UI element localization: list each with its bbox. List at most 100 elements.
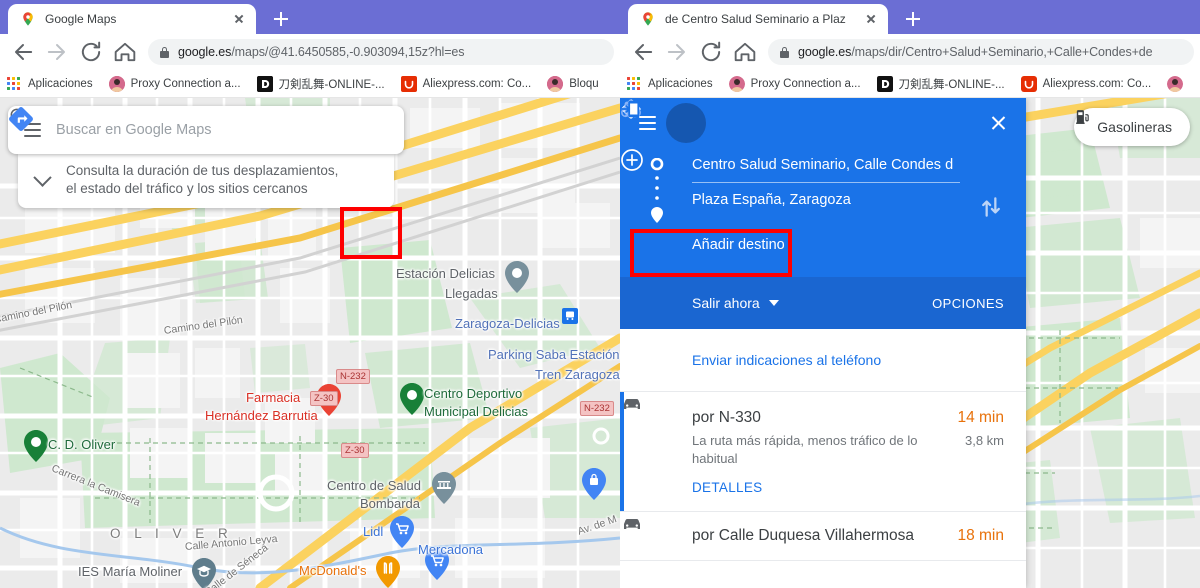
car-icon xyxy=(620,398,692,495)
forward-arrow-icon[interactable] xyxy=(663,38,691,66)
aliexpress-icon xyxy=(400,75,417,92)
dmm-d-icon xyxy=(256,75,273,92)
bookmark-apps[interactable]: Aplicaciones xyxy=(626,76,713,92)
tab-title-right: de Centro Salud Seminario a Plaz xyxy=(665,12,846,26)
route-option-2[interactable]: por Calle Duquesa Villahermosa 18 min xyxy=(620,512,1026,561)
url-domain-left: google.es xyxy=(178,45,232,59)
directions-options-bar: Salir ahora OPCIONES xyxy=(620,277,1026,329)
route-duration: 18 min xyxy=(957,527,1004,544)
url-text-right: google.es/maps/dir/Centro+Salud+Seminari… xyxy=(798,45,1153,59)
origin-field[interactable]: Centro Salud Seminario, Calle Condes d xyxy=(692,148,960,182)
directions-fields: Centro Salud Seminario, Calle Condes d P… xyxy=(620,148,1026,267)
chevron-down-icon xyxy=(768,300,779,306)
browser-toolbar-left: google.es/maps/@41.6450585,-0.903094,15z… xyxy=(0,34,620,70)
reload-icon[interactable] xyxy=(697,38,725,66)
map-canvas-left[interactable]: Camino del Pilón Camino del Pilón Estación… xyxy=(0,98,620,588)
browser-window-right: de Centro Salud Seminario a Plaz google.… xyxy=(620,0,1200,588)
route-description: La ruta más rápida, menos tráfico de lo … xyxy=(692,433,918,466)
gasolineras-chip[interactable]: Gasolineras xyxy=(1074,108,1190,146)
bookmark-label: Bloqu xyxy=(569,77,599,90)
search-tip-line1: Consulta la duración de tus desplazamien… xyxy=(66,163,339,178)
address-bar-left[interactable]: google.es/maps/@41.6450585,-0.903094,15z… xyxy=(148,39,614,65)
close-tab-icon[interactable] xyxy=(862,10,880,28)
bookmark-dmm[interactable]: 刀剣乱舞-ONLINE-... xyxy=(876,75,1005,92)
browser-tab-right[interactable]: de Centro Salud Seminario a Plaz xyxy=(628,4,888,34)
reload-icon[interactable] xyxy=(77,38,105,66)
origin-text: Centro Salud Seminario, Calle Condes d xyxy=(692,157,954,173)
google-maps-pin-icon xyxy=(20,11,36,27)
url-domain-right: google.es xyxy=(798,45,852,59)
apps-grid-icon xyxy=(626,76,642,92)
bookmark-label: Proxy Connection a... xyxy=(750,77,861,90)
tab-strip-right: de Centro Salud Seminario a Plaz xyxy=(620,0,1200,34)
search-tip: Consulta la duración de tus desplazamien… xyxy=(66,162,338,198)
route-distance: 3,8 km xyxy=(964,433,1004,448)
route-endpoints-icon xyxy=(649,158,665,223)
back-arrow-icon[interactable] xyxy=(9,38,37,66)
browser-tab-left[interactable]: Google Maps xyxy=(8,4,256,34)
lock-icon xyxy=(160,46,169,58)
route-title: por N-330 xyxy=(692,409,761,426)
destination-field[interactable]: Plaza España, Zaragoza xyxy=(692,183,960,217)
new-tab-button-right[interactable] xyxy=(900,6,926,32)
route-body: por N-330 La ruta más rápida, menos tráf… xyxy=(692,408,947,495)
options-button[interactable]: OPCIONES xyxy=(932,296,1004,311)
walking-mode[interactable] xyxy=(627,100,826,143)
avatar-icon xyxy=(1167,75,1184,92)
bookmark-label: 刀剣乱舞-ONLINE-... xyxy=(898,78,1005,91)
bookmark-proxy[interactable]: Proxy Connection a... xyxy=(728,75,861,92)
forward-arrow-icon[interactable] xyxy=(43,38,71,66)
close-icon[interactable] xyxy=(978,103,1018,143)
leave-now-dropdown[interactable]: Salir ahora xyxy=(692,295,779,311)
directions-button[interactable] xyxy=(9,106,400,154)
road-shield: Z-30 xyxy=(341,443,369,458)
leave-now-label: Salir ahora xyxy=(692,295,760,311)
cycling-mode[interactable] xyxy=(621,101,866,143)
chevron-down-icon[interactable] xyxy=(18,167,66,187)
route-option-1[interactable]: por N-330 La ruta más rápida, menos tráf… xyxy=(620,392,1026,512)
close-tab-icon[interactable] xyxy=(230,10,248,28)
best-route-mode[interactable] xyxy=(621,99,706,143)
search-bar: Buscar en Google Maps xyxy=(8,106,404,154)
bookmark-label: Proxy Connection a... xyxy=(130,77,241,90)
search-icon[interactable] xyxy=(10,106,352,154)
home-icon[interactable] xyxy=(731,38,759,66)
bookmark-dmm[interactable]: 刀剣乱舞-ONLINE-... xyxy=(256,75,385,92)
screenshot-root: Google Maps google.es/maps/@41.6450585,-… xyxy=(0,0,1200,588)
driving-mode[interactable] xyxy=(624,103,746,143)
bookmark-proxy[interactable]: Proxy Connection a... xyxy=(108,75,241,92)
transit-mode[interactable] xyxy=(624,101,786,143)
add-destination-button[interactable]: Añadir destino xyxy=(620,149,1026,267)
road-shield: N-232 xyxy=(580,401,614,416)
directions-header: Centro Salud Seminario, Calle Condes d P… xyxy=(620,98,1026,277)
send-directions-to-phone[interactable]: Enviar indicaciones al teléfono xyxy=(620,100,1026,392)
search-suggestion-card[interactable]: Consulta la duración de tus desplazamien… xyxy=(18,154,394,208)
url-text-left: google.es/maps/@41.6450585,-0.903094,15z… xyxy=(178,45,465,59)
travel-mode-bar xyxy=(620,98,1026,148)
back-arrow-icon[interactable] xyxy=(629,38,657,66)
directions-panel: Centro Salud Seminario, Calle Condes d P… xyxy=(620,98,1026,588)
aliexpress-icon xyxy=(1020,75,1037,92)
address-bar-right[interactable]: google.es/maps/dir/Centro+Salud+Seminari… xyxy=(768,39,1194,65)
search-tip-line2: el estado del tráfico y los sitios cerca… xyxy=(66,181,308,196)
bookmark-aliexpress[interactable]: Aliexpress.com: Co... xyxy=(400,75,531,92)
flight-mode[interactable] xyxy=(621,99,906,143)
home-icon[interactable] xyxy=(111,38,139,66)
new-tab-button-left[interactable] xyxy=(268,6,294,32)
search-input[interactable]: Buscar en Google Maps xyxy=(56,122,312,138)
bookmark-label: Aplicaciones xyxy=(28,77,93,90)
bookmark-label: Aplicaciones xyxy=(648,77,713,90)
bookmark-apps[interactable]: Aplicaciones xyxy=(6,76,93,92)
swap-vertical-icon[interactable] xyxy=(978,194,1004,220)
bookmark-bloqu[interactable]: Bloqu xyxy=(547,75,599,92)
bookmark-label: 刀剣乱舞-ONLINE-... xyxy=(278,78,385,91)
lock-icon xyxy=(780,46,789,58)
route-duration: 14 min xyxy=(957,409,1004,426)
google-maps-pin-icon xyxy=(640,11,656,27)
add-destination-label: Añadir destino xyxy=(692,237,785,253)
bookmark-overflow[interactable] xyxy=(1167,75,1189,92)
map-canvas-right[interactable]: LlegadaPaciautiaCentro DepMunicipal DCen… xyxy=(620,98,1200,588)
route-details-link[interactable]: DETALLES xyxy=(692,480,947,495)
avatar-icon xyxy=(728,75,745,92)
bookmark-aliexpress[interactable]: Aliexpress.com: Co... xyxy=(1020,75,1151,92)
